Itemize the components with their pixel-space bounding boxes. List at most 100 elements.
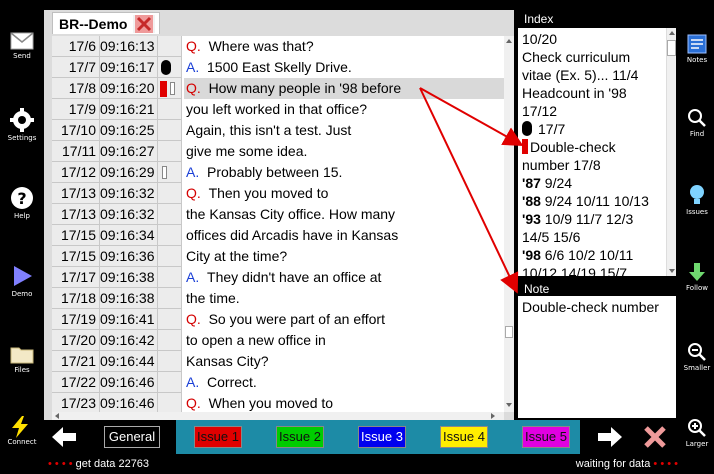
find-button[interactable]: Find	[680, 108, 714, 168]
transcript-text[interactable]: give me some idea.	[184, 141, 504, 162]
index-entry[interactable]: 10/20	[522, 30, 557, 48]
transcript-row[interactable]: 17/21 09:16:44 Kansas City?	[52, 351, 504, 372]
transcript-text[interactable]: City at the time?	[184, 246, 504, 267]
transcript-text[interactable]: Q. Then you moved to	[184, 183, 504, 204]
settings-button[interactable]: Settings	[0, 106, 44, 166]
scrollbar-thumb[interactable]	[505, 326, 513, 338]
send-button[interactable]: Send	[0, 28, 44, 88]
marker-cell[interactable]	[158, 204, 182, 225]
index-entry[interactable]: 14/5 15/6	[522, 228, 580, 246]
transcript-text[interactable]: Q. So you were part of an effort	[184, 309, 504, 330]
transcript-rows[interactable]: 17/6 09:16:13 Q. Where was that? 17/7 09:16:…	[52, 36, 504, 412]
marker-cell[interactable]	[158, 99, 182, 120]
index-entry[interactable]: '88 9/24 10/11 10/13	[522, 192, 649, 210]
transcript-row[interactable]: 17/11 09:16:27 give me some idea.	[52, 141, 504, 162]
marker-cell[interactable]	[158, 267, 182, 288]
marker-cell[interactable]	[158, 36, 182, 57]
marker-cell[interactable]	[158, 330, 182, 351]
marker-cell[interactable]	[158, 57, 182, 78]
transcript-horizontal-scrollbar[interactable]	[52, 412, 504, 420]
transcript-row[interactable]: 17/8 09:16:20 Q. How many people in '98 be…	[52, 78, 504, 99]
transcript-row[interactable]: 17/12 09:16:29 A. Probably between 15.	[52, 162, 504, 183]
issue-5-button[interactable]: Issue 5	[522, 426, 570, 448]
transcript-text[interactable]: A. They didn't have an office at	[184, 267, 504, 288]
transcript-row[interactable]: 17/17 09:16:38 A. They didn't have an offi…	[52, 267, 504, 288]
marker-cell[interactable]	[158, 393, 182, 412]
transcript-row[interactable]: 17/18 09:16:38 the time.	[52, 288, 504, 309]
transcript-text[interactable]: A. Probably between 15.	[184, 162, 504, 183]
marker-cell[interactable]	[158, 183, 182, 204]
transcript-row[interactable]: 17/13 09:16:32 the Kansas City office. How…	[52, 204, 504, 225]
index-entry[interactable]: number 17/8	[522, 156, 601, 174]
index-entry[interactable]: '87 9/24	[522, 174, 572, 192]
transcript-row[interactable]: 17/7 09:16:17 A. 1500 East Skelly Drive.	[52, 57, 504, 78]
marker-cell[interactable]	[158, 309, 182, 330]
marker-cell[interactable]	[158, 162, 182, 183]
notes-button[interactable]: Notes	[680, 34, 714, 94]
index-entry[interactable]: 17/12	[522, 102, 557, 120]
transcript-row[interactable]: 17/13 09:16:32 Q. Then you moved to	[52, 183, 504, 204]
transcript-text[interactable]: Q. How many people in '98 before	[184, 78, 504, 99]
issue-3-button[interactable]: Issue 3	[358, 426, 406, 448]
index-entry[interactable]: '98 6/6 10/2 10/11	[522, 246, 633, 264]
document-tab[interactable]: BR--Demo	[52, 12, 160, 34]
marker-cell[interactable]	[158, 141, 182, 162]
marker-cell[interactable]	[158, 351, 182, 372]
follow-button[interactable]: Follow	[680, 262, 714, 322]
index-entry[interactable]: vitae (Ex. 5)... 11/4	[522, 66, 638, 84]
demo-button[interactable]: Demo	[0, 262, 44, 322]
transcript-text[interactable]: A. Correct.	[184, 372, 504, 393]
transcript-vertical-scrollbar[interactable]	[504, 36, 514, 412]
transcript-text[interactable]: the time.	[184, 288, 504, 309]
issue-1-button[interactable]: Issue 1	[194, 426, 242, 448]
index-entry[interactable]: Double-check	[522, 138, 616, 156]
marker-cell[interactable]	[158, 372, 182, 393]
transcript-row[interactable]: 17/15 09:16:34 offices did Arcadis have in…	[52, 225, 504, 246]
index-entry[interactable]: 10/12 14/19 15/7	[522, 264, 627, 276]
transcript-row[interactable]: 17/23 09:16:46 Q. When you moved to	[52, 393, 504, 412]
transcript-row[interactable]: 17/20 09:16:42 to open a new office in	[52, 330, 504, 351]
note-text-area[interactable]: Double-check number	[518, 296, 676, 418]
transcript-row[interactable]: 17/9 09:16:21 you left worked in that offi…	[52, 99, 504, 120]
page-line-number: 17/15	[52, 225, 100, 246]
issue-4-button[interactable]: Issue 4	[440, 426, 488, 448]
marker-cell[interactable]	[158, 246, 182, 267]
connect-button[interactable]: Connect	[0, 414, 44, 474]
marker-cell[interactable]	[158, 288, 182, 309]
help-button[interactable]: ? Help	[0, 184, 44, 244]
transcript-row[interactable]: 17/22 09:16:46 A. Correct.	[52, 372, 504, 393]
transcript-text[interactable]: Again, this isn't a test. Just	[184, 120, 504, 141]
forward-arrow-icon[interactable]	[596, 426, 624, 448]
transcript-row[interactable]: 17/19 09:16:41 Q. So you were part of an e…	[52, 309, 504, 330]
general-button[interactable]: General	[104, 426, 160, 448]
transcript-text[interactable]: Q. Where was that?	[184, 36, 504, 57]
issues-button[interactable]: Issues	[680, 184, 714, 244]
index-entry[interactable]: '93 10/9 11/7 12/3	[522, 210, 633, 228]
transcript-text[interactable]: to open a new office in	[184, 330, 504, 351]
index-list[interactable]: 10/20 Check curriculum vitae (Ex. 5)... 11…	[518, 28, 676, 276]
transcript-text[interactable]: offices did Arcadis have in Kansas	[184, 225, 504, 246]
bottom-toolbar: General Issue 1 Issue 2 Issue 3 Issue 4 …	[44, 420, 680, 454]
marker-cell[interactable]	[158, 78, 182, 99]
issue-2-button[interactable]: Issue 2	[276, 426, 324, 448]
transcript-row[interactable]: 17/6 09:16:13 Q. Where was that?	[52, 36, 504, 57]
transcript-text[interactable]: the Kansas City office. How many	[184, 204, 504, 225]
index-entry[interactable]: Check curriculum	[522, 48, 630, 66]
index-entry[interactable]: 17/7	[522, 120, 565, 138]
transcript-row[interactable]: 17/15 09:16:36 City at the time?	[52, 246, 504, 267]
close-tab-button[interactable]	[133, 15, 155, 33]
transcript-text[interactable]: A. 1500 East Skelly Drive.	[184, 57, 504, 78]
files-button[interactable]: Files	[0, 340, 44, 400]
index-scrollbar[interactable]	[666, 28, 676, 276]
transcript-text[interactable]: Kansas City?	[184, 351, 504, 372]
transcript-row[interactable]: 17/10 09:16:25 Again, this isn't a test. J…	[52, 120, 504, 141]
marker-cell[interactable]	[158, 225, 182, 246]
index-scrollbar-thumb[interactable]	[667, 40, 676, 56]
marker-cell[interactable]	[158, 120, 182, 141]
back-arrow-icon[interactable]	[50, 426, 78, 448]
smaller-button[interactable]: Smaller	[680, 342, 714, 402]
transcript-text[interactable]: you left worked in that office?	[184, 99, 504, 120]
index-entry[interactable]: Headcount in '98	[522, 84, 627, 102]
transcript-text[interactable]: Q. When you moved to	[184, 393, 504, 412]
delete-icon[interactable]	[642, 424, 668, 450]
